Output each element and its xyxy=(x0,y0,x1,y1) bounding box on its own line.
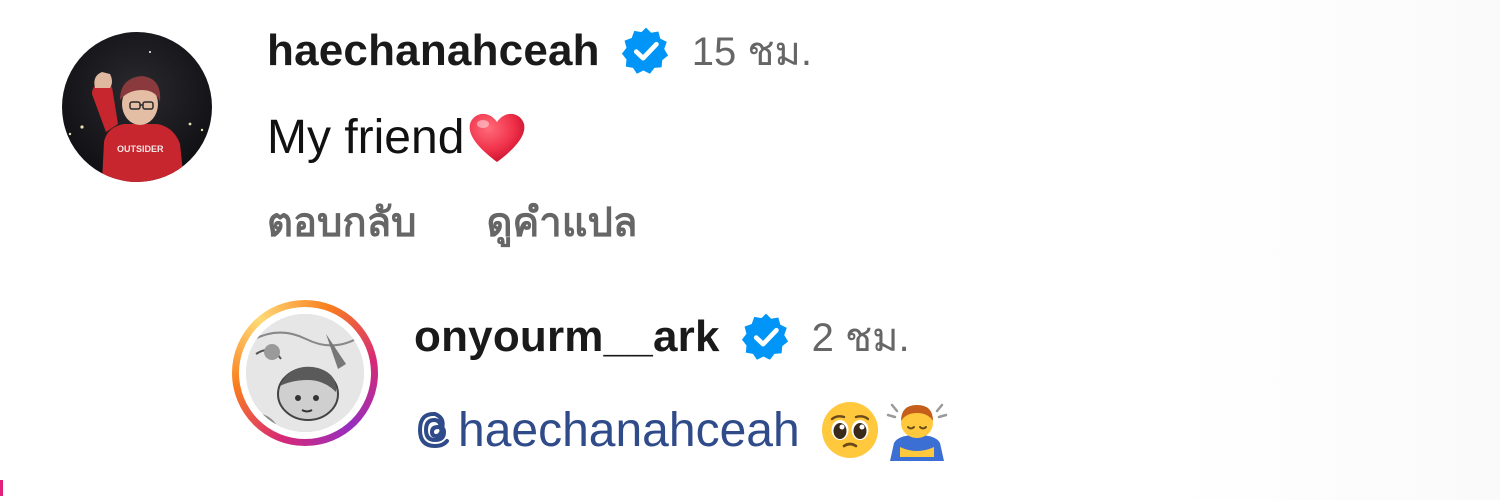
comment-body: haechanahceah xyxy=(414,398,950,462)
red-heart-emoji xyxy=(470,113,525,162)
avatar[interactable] xyxy=(232,300,378,446)
edge-marker xyxy=(0,480,3,496)
mention-username: haechanahceah xyxy=(458,403,800,457)
comment-header: haechanahceah 15 ชม. xyxy=(267,26,812,76)
mention-link[interactable]: haechanahceah xyxy=(414,403,800,458)
avatar-photo xyxy=(246,314,364,432)
comment-thread: OUTSIDER haechanahceah 15 ชม. My friend xyxy=(0,0,1500,500)
username[interactable]: haechanahceah xyxy=(267,26,600,76)
person-bowing-emoji xyxy=(886,403,947,461)
comment-body: My friend xyxy=(267,107,528,167)
avatar[interactable]: OUTSIDER xyxy=(62,32,212,182)
verified-badge-icon xyxy=(621,27,668,74)
username[interactable]: onyourm__ark xyxy=(414,312,720,362)
reply-item: onyourm__ark 2 ชม. haechanahceah xyxy=(232,300,1232,470)
comment-actions: ตอบกลับ ดูคำแปล xyxy=(267,190,707,254)
pleading-face-emoji xyxy=(821,402,878,458)
reply-button[interactable]: ตอบกลับ xyxy=(267,190,417,254)
comment-header: onyourm__ark 2 ชม. xyxy=(414,312,910,362)
threads-icon xyxy=(418,411,449,448)
comment-text: My friend xyxy=(267,110,465,164)
comment-timestamp: 2 ชม. xyxy=(811,316,910,360)
comment-timestamp: 15 ชม. xyxy=(691,30,812,74)
avatar-photo: OUTSIDER xyxy=(62,32,212,182)
svg-text:OUTSIDER: OUTSIDER xyxy=(117,144,164,154)
verified-badge-icon xyxy=(741,313,788,360)
comment-item: OUTSIDER haechanahceah 15 ชม. My friend xyxy=(62,22,1162,252)
see-translation-button[interactable]: ดูคำแปล xyxy=(487,190,638,254)
